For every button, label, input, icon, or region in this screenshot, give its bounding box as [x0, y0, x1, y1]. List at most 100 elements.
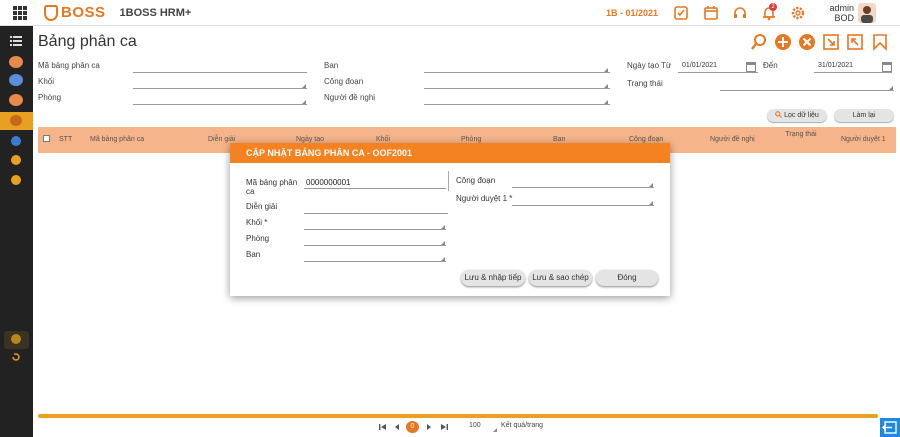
search-icon[interactable]: [750, 33, 768, 51]
first-page-icon[interactable]: [379, 424, 387, 430]
avatar[interactable]: [858, 3, 876, 23]
update-shift-modal: CẬP NHẬT BẢNG PHÂN CA - OOF2001 Mã bảng …: [230, 143, 670, 296]
filter-shift-code-input[interactable]: [133, 72, 307, 73]
column-approver[interactable]: Người duyệt 1: [841, 136, 886, 143]
modal-approver-label: Người duyệt 1 *: [456, 194, 513, 203]
filter-block-label: Khối: [38, 77, 55, 86]
close-button[interactable]: Đóng: [596, 270, 658, 286]
chevron-down-icon: [302, 100, 306, 104]
modal-shift-code-input[interactable]: [304, 188, 446, 189]
exit-button[interactable]: [880, 418, 900, 437]
sidebar-item-bottom[interactable]: [11, 334, 21, 344]
column-shift-code[interactable]: Mã bảng phân ca: [90, 136, 144, 143]
next-page-icon[interactable]: [426, 424, 432, 430]
column-proposer[interactable]: Người đề nghị: [710, 136, 755, 143]
modal-union-label: Công đoạn: [456, 176, 496, 185]
column-department[interactable]: Ban: [553, 136, 565, 143]
calendar-icon[interactable]: [703, 5, 719, 21]
filter-status-select[interactable]: [720, 90, 894, 91]
export-icon[interactable]: [846, 33, 864, 51]
filter-proposer-select[interactable]: [424, 104, 610, 105]
modal-block-select[interactable]: [304, 229, 446, 230]
exit-icon: [882, 421, 897, 434]
app-title: 1BOSS HRM+: [119, 6, 192, 19]
modal-description-input[interactable]: [304, 213, 448, 214]
sidebar-item-shift-icon: [10, 115, 22, 126]
bookmark-icon[interactable]: [871, 33, 889, 51]
chevron-down-icon: [604, 100, 608, 104]
sidebar-item-hr[interactable]: [9, 56, 23, 68]
menu-list-icon[interactable]: [10, 36, 22, 46]
sidebar-item-org[interactable]: [9, 74, 23, 86]
modal-shift-code-value[interactable]: 0000000001: [306, 178, 351, 187]
page-size-select[interactable]: 100: [469, 422, 481, 429]
chevron-down-icon: [649, 201, 653, 205]
column-room[interactable]: Phòng: [461, 136, 481, 143]
modal-title: CẬP NHẬT BẢNG PHÂN CA - OOF2001: [230, 143, 670, 163]
horizontal-scrollbar[interactable]: [38, 414, 878, 418]
logo-text: BOSS: [61, 4, 106, 21]
chevron-down-icon: [493, 428, 497, 432]
avatar-person-icon: [861, 6, 873, 23]
prev-page-icon[interactable]: [394, 424, 400, 430]
sidebar-item-settings[interactable]: [11, 136, 21, 146]
modal-shift-code-label: Mã bảng phân ca: [246, 178, 298, 196]
user-name: admin: [829, 3, 854, 13]
modal-union-select[interactable]: [512, 187, 654, 188]
column-block[interactable]: Khối: [376, 136, 390, 143]
sidebar-item-payroll[interactable]: [11, 155, 21, 165]
sidebar: [0, 26, 33, 437]
headset-icon[interactable]: [732, 5, 748, 21]
filter-block-select[interactable]: [133, 88, 307, 89]
filter-shift-code-label: Mã bảng phân ca: [38, 61, 100, 70]
app-grid-icon[interactable]: [13, 5, 27, 20]
column-stt[interactable]: STT: [59, 136, 72, 143]
search-icon: [775, 111, 783, 118]
add-icon[interactable]: [774, 33, 792, 51]
sidebar-item-reports[interactable]: [11, 175, 21, 185]
filter-union-label: Công đoạn: [324, 77, 364, 86]
filter-proposer-label: Người đề nghị: [324, 93, 376, 102]
chevron-down-icon: [302, 84, 306, 88]
user-info[interactable]: admin BOD: [822, 3, 854, 23]
checkbox-icon[interactable]: [673, 5, 689, 21]
modal-block-label: Khối *: [246, 218, 268, 227]
reset-button[interactable]: Làm lại: [834, 109, 894, 122]
modal-approver-select[interactable]: [512, 205, 654, 206]
modal-description-label: Diễn giải: [246, 202, 278, 211]
filter-room-label: Phòng: [38, 93, 62, 102]
save-copy-button[interactable]: Lưu & sao chép: [529, 270, 592, 286]
chevron-down-icon: [441, 241, 445, 245]
notification-badge: 2: [769, 3, 777, 11]
calendar-icon[interactable]: [746, 62, 756, 72]
company-period[interactable]: 1B - 01/2021: [606, 8, 658, 18]
column-union[interactable]: Công đoạn: [629, 136, 663, 143]
logo-mark-icon: [44, 4, 58, 21]
select-all-checkbox[interactable]: [43, 135, 50, 142]
filter-status-label: Trạng thái: [627, 79, 663, 88]
filter-data-button[interactable]: Lọc dữ liệu: [767, 109, 827, 122]
undo-icon[interactable]: [11, 352, 21, 362]
sidebar-item-staff[interactable]: [9, 94, 23, 106]
delete-icon[interactable]: [798, 33, 816, 51]
filter-room-select[interactable]: [133, 104, 307, 105]
user-role: BOD: [834, 13, 854, 23]
column-created-date[interactable]: Ngày tạo: [296, 136, 324, 143]
filter-date-from-label: Ngày tạo Từ: [627, 61, 672, 70]
chevron-down-icon: [441, 257, 445, 261]
current-page[interactable]: 0: [406, 421, 419, 433]
per-page-label: Kết quả/trang: [501, 422, 544, 429]
calendar-icon[interactable]: [882, 62, 892, 72]
gear-icon[interactable]: [790, 5, 806, 21]
column-status[interactable]: Trạng thái: [784, 130, 818, 139]
import-icon[interactable]: [822, 33, 840, 51]
last-page-icon[interactable]: [440, 424, 448, 430]
filter-department-select[interactable]: [424, 72, 610, 73]
save-continue-button[interactable]: Lưu & nhập tiếp: [461, 270, 525, 286]
filter-union-select[interactable]: [424, 88, 610, 89]
filter-date-to-input[interactable]: 31/01/2021: [814, 62, 892, 73]
modal-department-select[interactable]: [304, 261, 446, 262]
chevron-down-icon: [604, 68, 608, 72]
column-description[interactable]: Diễn giải: [208, 136, 235, 143]
modal-room-select[interactable]: [304, 245, 446, 246]
